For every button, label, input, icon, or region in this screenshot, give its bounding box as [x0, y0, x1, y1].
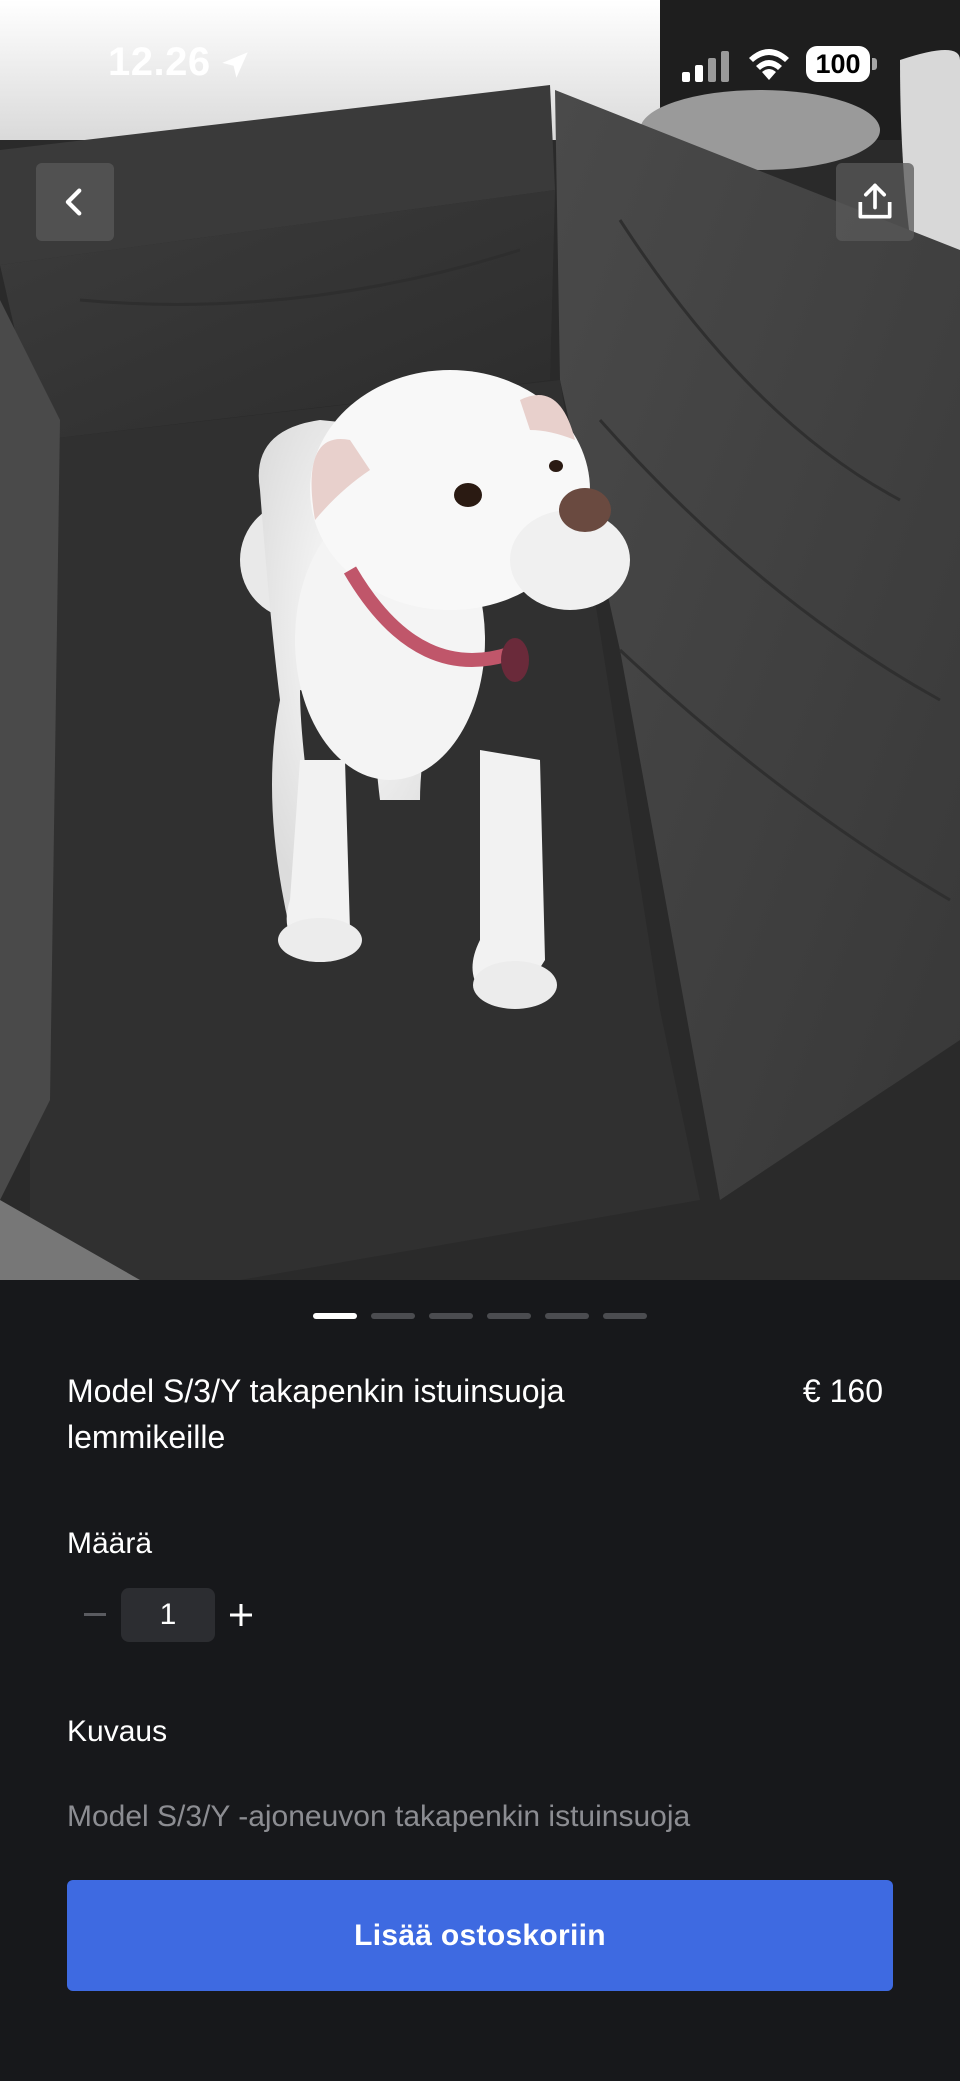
image-pager[interactable]: [0, 1313, 960, 1321]
quantity-stepper: 1: [67, 1588, 287, 1642]
pager-dot-3[interactable]: [429, 1313, 473, 1319]
share-icon: [858, 183, 892, 219]
product-photo-dog-on-seat-cover: [0, 0, 960, 1280]
description-label: Kuvaus: [67, 1715, 168, 1748]
product-image[interactable]: [0, 0, 960, 1280]
decrement-button[interactable]: [75, 1588, 115, 1642]
share-button[interactable]: [836, 163, 914, 241]
product-detail-screen: 12.26 100 Model S/3/Y takapenkin istuins…: [0, 0, 960, 2081]
product-price: € 160: [802, 1373, 883, 1409]
product-title: Model S/3/Y takapenkin istuinsuoja lemmi…: [67, 1373, 565, 1455]
description-text: Model S/3/Y -ajoneuvon takapenkin istuin…: [67, 1800, 691, 1833]
status-time: 12.26: [108, 40, 211, 84]
cellular-signal-icon: [682, 51, 729, 82]
quantity-value[interactable]: 1: [121, 1588, 215, 1642]
location-arrow-icon: [222, 52, 248, 78]
minus-icon: [84, 1613, 106, 1616]
add-to-cart-button[interactable]: Lisää ostoskoriin: [67, 1880, 893, 1991]
battery-level: 100: [806, 46, 870, 82]
pager-dot-2[interactable]: [371, 1313, 415, 1319]
pager-dot-6[interactable]: [603, 1313, 647, 1319]
chevron-left-icon: [65, 188, 82, 216]
plus-icon: [230, 1604, 252, 1626]
back-button[interactable]: [36, 163, 114, 241]
battery-indicator: 100: [806, 46, 877, 82]
quantity-label: Määrä: [67, 1527, 153, 1560]
status-bar: 12.26 100: [0, 0, 960, 130]
increment-button[interactable]: [221, 1588, 261, 1642]
pager-dot-1[interactable]: [313, 1313, 357, 1319]
pager-dot-5[interactable]: [545, 1313, 589, 1319]
pager-dot-4[interactable]: [487, 1313, 531, 1319]
wifi-icon: [749, 49, 789, 80]
